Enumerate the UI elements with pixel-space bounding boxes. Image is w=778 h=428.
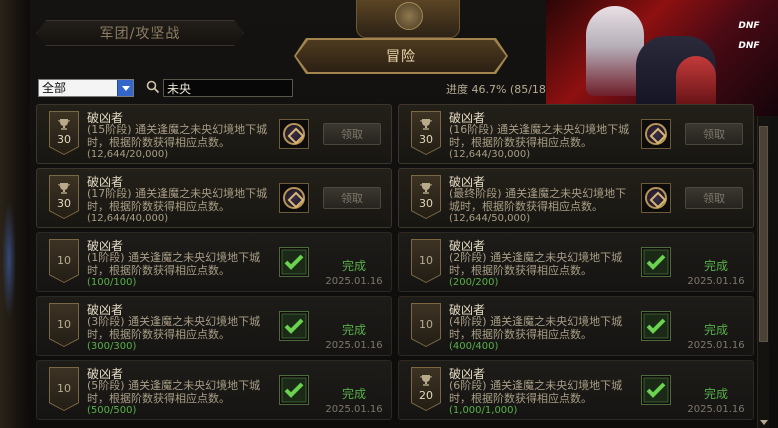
achievement-progress: (12,644/40,000) — [87, 213, 169, 224]
trophy-icon — [58, 119, 70, 130]
trophy-icon — [420, 183, 432, 194]
achievement-description: (1阶段) 通关逢魔之未央幻境地下城时，根据阶数获得相应点数。 — [87, 251, 261, 277]
achievement-card[interactable]: 10 破凶者 (3阶段) 通关逢魔之未央幻境地下城时，根据阶数获得相应点数。 (… — [36, 296, 392, 356]
achievement-progress: (12,644/50,000) — [449, 213, 531, 224]
completed-status: 完成 — [341, 323, 366, 337]
dropdown-arrow-icon[interactable] — [117, 80, 133, 96]
achievement-card[interactable]: 30 破凶者 (17阶段) 通关逢魔之未央幻境地下城时，根据阶数获得相应点数。 … — [36, 168, 392, 228]
points-value: 10 — [57, 382, 71, 395]
promo-banner[interactable]: DNF DNF — [546, 0, 778, 116]
achievement-progress: (200/200) — [449, 277, 499, 288]
completed-status: 完成 — [703, 259, 728, 273]
claim-button[interactable]: 领取 — [323, 187, 381, 209]
achievement-description: (6阶段) 通关逢魔之未央幻境地下城时，根据阶数获得相应点数。 — [449, 379, 623, 405]
achievement-progress: (400/400) — [449, 341, 499, 352]
points-value: 20 — [419, 389, 433, 402]
completed-check-icon — [279, 247, 309, 277]
claim-button[interactable]: 领取 — [685, 123, 743, 145]
completed-date: 2025.01.16 — [325, 276, 383, 287]
compass-medal-icon — [395, 2, 423, 30]
claim-button[interactable]: 领取 — [323, 123, 381, 145]
completed-check-icon — [641, 311, 671, 341]
achievement-description: (5阶段) 通关逢魔之未央幻境地下城时，根据阶数获得相应点数。 — [87, 379, 261, 405]
points-value: 30 — [57, 197, 71, 210]
completed-check-icon — [279, 375, 309, 405]
completed-status: 完成 — [703, 323, 728, 337]
points-value: 10 — [57, 318, 71, 331]
points-badge: 30 — [49, 111, 79, 155]
reward-medal-icon[interactable] — [641, 119, 671, 149]
points-badge: 10 — [49, 239, 79, 283]
points-value: 30 — [419, 197, 433, 210]
achievement-description: (最终阶段) 通关逢魔之未央幻境地下城时，根据阶数获得相应点数。 — [449, 187, 627, 213]
search-input[interactable] — [163, 79, 293, 97]
category-filter-select[interactable]: 全部 — [38, 79, 134, 97]
points-badge: 30 — [411, 111, 441, 155]
reward-medal-icon[interactable] — [641, 183, 671, 213]
completed-check-icon — [641, 375, 671, 405]
tab-legion-siege[interactable]: 军团/攻坚战 — [36, 20, 244, 46]
achievement-progress: (500/500) — [87, 405, 137, 416]
achievement-description: (4阶段) 通关逢魔之未央幻境地下城时，根据阶数获得相应点数。 — [449, 315, 623, 341]
points-badge: 10 — [411, 239, 441, 283]
completed-status: 完成 — [341, 387, 366, 401]
completed-date: 2025.01.16 — [687, 404, 745, 415]
achievement-description: (3阶段) 通关逢魔之未央幻境地下城时，根据阶数获得相应点数。 — [87, 315, 261, 341]
achievement-description: (17阶段) 通关逢魔之未央幻境地下城时，根据阶数获得相应点数。 — [87, 187, 268, 213]
achievement-card[interactable]: 10 破凶者 (4阶段) 通关逢魔之未央幻境地下城时，根据阶数获得相应点数。 (… — [398, 296, 754, 356]
points-value: 10 — [419, 254, 433, 267]
scroll-down-arrow-icon[interactable] — [759, 418, 768, 426]
points-value: 10 — [419, 318, 433, 331]
achievement-description: (2阶段) 通关逢魔之未央幻境地下城时，根据阶数获得相应点数。 — [449, 251, 623, 277]
points-value: 30 — [419, 133, 433, 146]
trophy-icon — [420, 375, 432, 386]
completed-date: 2025.01.16 — [325, 404, 383, 415]
points-badge: 30 — [411, 175, 441, 219]
trophy-icon — [58, 183, 70, 194]
achievement-card[interactable]: 30 破凶者 (16阶段) 通关逢魔之未央幻境地下城时，根据阶数获得相应点数。 … — [398, 104, 754, 164]
points-badge: 30 — [49, 175, 79, 219]
completed-status: 完成 — [703, 387, 728, 401]
search-icon — [146, 80, 160, 94]
achievement-card[interactable]: 10 破凶者 (5阶段) 通关逢魔之未央幻境地下城时，根据阶数获得相应点数。 (… — [36, 360, 392, 420]
completed-date: 2025.01.16 — [687, 276, 745, 287]
game-logo: DNF DNF — [738, 21, 760, 51]
achievement-card[interactable]: 30 破凶者 (最终阶段) 通关逢魔之未央幻境地下城时，根据阶数获得相应点数。 … — [398, 168, 754, 228]
achievement-progress: (1,000/1,000) — [449, 405, 518, 416]
claim-button[interactable]: 领取 — [685, 187, 743, 209]
completed-status: 完成 — [341, 259, 366, 273]
achievement-progress: (12,644/20,000) — [87, 149, 169, 160]
achievement-card[interactable]: 20 破凶者 (6阶段) 通关逢魔之未央幻境地下城时，根据阶数获得相应点数。 (… — [398, 360, 754, 420]
left-frame-edge — [0, 0, 30, 428]
progress-text: 进度 46.7% (85/182) — [446, 83, 558, 96]
scrollbar-thumb[interactable] — [759, 126, 768, 342]
points-badge: 10 — [49, 303, 79, 347]
points-badge: 10 — [411, 303, 441, 347]
completed-check-icon — [641, 247, 671, 277]
points-badge: 20 — [411, 367, 441, 411]
completed-check-icon — [279, 311, 309, 341]
points-value: 10 — [57, 254, 71, 267]
scroll-ornament — [356, 0, 460, 38]
points-value: 30 — [57, 133, 71, 146]
trophy-icon — [420, 119, 432, 130]
achievement-description: (15阶段) 通关逢魔之未央幻境地下城时，根据阶数获得相应点数。 — [87, 123, 268, 149]
achievement-description: (16阶段) 通关逢魔之未央幻境地下城时，根据阶数获得相应点数。 — [449, 123, 630, 149]
tab-adventure[interactable]: 冒险 — [296, 40, 506, 72]
category-filter-value: 全部 — [42, 81, 67, 95]
achievement-card[interactable]: 10 破凶者 (2阶段) 通关逢魔之未央幻境地下城时，根据阶数获得相应点数。 (… — [398, 232, 754, 292]
completed-date: 2025.01.16 — [325, 340, 383, 351]
achievement-progress: (100/100) — [87, 277, 137, 288]
scrollbar[interactable] — [757, 116, 769, 428]
completed-date: 2025.01.16 — [687, 340, 745, 351]
reward-medal-icon[interactable] — [279, 183, 309, 213]
achievement-progress: (12,644/30,000) — [449, 149, 531, 160]
achievement-progress: (300/300) — [87, 341, 137, 352]
achievement-card[interactable]: 30 破凶者 (15阶段) 通关逢魔之未央幻境地下城时，根据阶数获得相应点数。 … — [36, 104, 392, 164]
reward-medal-icon[interactable] — [279, 119, 309, 149]
achievement-card[interactable]: 10 破凶者 (1阶段) 通关逢魔之未央幻境地下城时，根据阶数获得相应点数。 (… — [36, 232, 392, 292]
points-badge: 10 — [49, 367, 79, 411]
